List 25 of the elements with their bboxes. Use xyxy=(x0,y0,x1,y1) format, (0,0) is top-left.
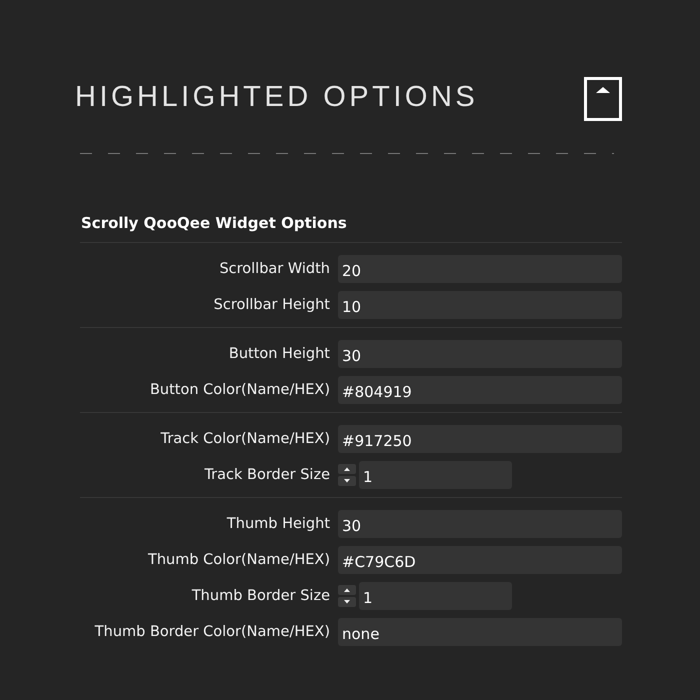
field-label: Thumb Border Size xyxy=(190,588,330,604)
field-label: Button Height xyxy=(228,346,330,362)
input-field[interactable]: 10 xyxy=(338,291,622,319)
input-field[interactable]: #917250 xyxy=(338,425,622,453)
number-field[interactable]: 1 xyxy=(359,582,512,610)
field-label: Thumb Border Color(Name/HEX) xyxy=(94,624,330,640)
input-field[interactable]: 20 xyxy=(338,255,622,283)
field-label: Thumb Height xyxy=(226,516,330,532)
field-label: Thumb Color(Name/HEX) xyxy=(146,552,330,568)
field-label: Button Color(Name/HEX) xyxy=(148,382,330,398)
section-title: Scrolly QooQee Widget Options xyxy=(81,214,348,234)
spinner-button[interactable] xyxy=(338,464,356,486)
field-label: Scrollbar Width xyxy=(218,261,330,277)
field-label: Track Border Size xyxy=(203,467,330,483)
input-field[interactable]: 30 xyxy=(338,510,622,538)
input-field[interactable]: 30 xyxy=(338,340,622,368)
spinner-button[interactable] xyxy=(338,585,356,607)
field-label: Scrollbar Height xyxy=(212,297,330,313)
input-field[interactable]: #C79C6D xyxy=(338,546,622,574)
input-field[interactable]: none xyxy=(338,618,622,646)
page-title: HIGHLIGHTED OPTIONS xyxy=(75,81,478,114)
field-label: Track Color(Name/HEX) xyxy=(160,431,330,447)
scrollbar-icon xyxy=(584,77,622,121)
input-field[interactable]: #804919 xyxy=(338,376,622,404)
number-field[interactable]: 1 xyxy=(359,461,512,489)
